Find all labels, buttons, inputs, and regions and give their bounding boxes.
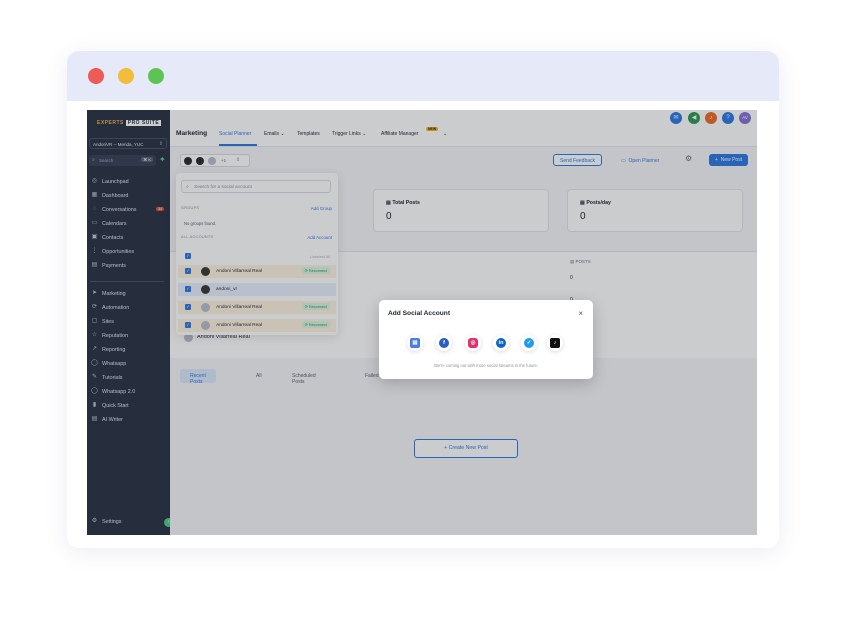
facebook-icon: f: [439, 337, 449, 348]
tiktok-button[interactable]: ♪: [547, 335, 563, 351]
modal-title: Add Social Account: [388, 310, 451, 317]
browser-window: EXPERTS PRO SUITE AndoriVR -- Merida, YU…: [67, 51, 779, 548]
modal-note: We're coming out with more social stream…: [433, 363, 539, 368]
twitter-button[interactable]: ✓: [521, 335, 537, 351]
instagram-icon: ◎: [468, 337, 478, 348]
close-icon[interactable]: ×: [578, 309, 583, 318]
add-social-account-modal: Add Social Account × ▤ f ◎ in ✓ ♪ We're …: [379, 300, 593, 379]
close-window-button[interactable]: [88, 68, 104, 84]
title-bar: [67, 51, 779, 101]
linkedin-button[interactable]: in: [493, 335, 509, 351]
minimize-window-button[interactable]: [118, 68, 134, 84]
google-business-icon: ▤: [410, 337, 420, 348]
app: EXPERTS PRO SUITE AndoriVR -- Merida, YU…: [87, 110, 757, 535]
facebook-button[interactable]: f: [436, 335, 452, 351]
google-business-button[interactable]: ▤: [407, 335, 423, 351]
twitter-icon: ✓: [524, 337, 534, 348]
maximize-window-button[interactable]: [148, 68, 164, 84]
instagram-button[interactable]: ◎: [465, 335, 481, 351]
tiktok-icon: ♪: [550, 337, 560, 348]
linkedin-icon: in: [496, 337, 506, 348]
